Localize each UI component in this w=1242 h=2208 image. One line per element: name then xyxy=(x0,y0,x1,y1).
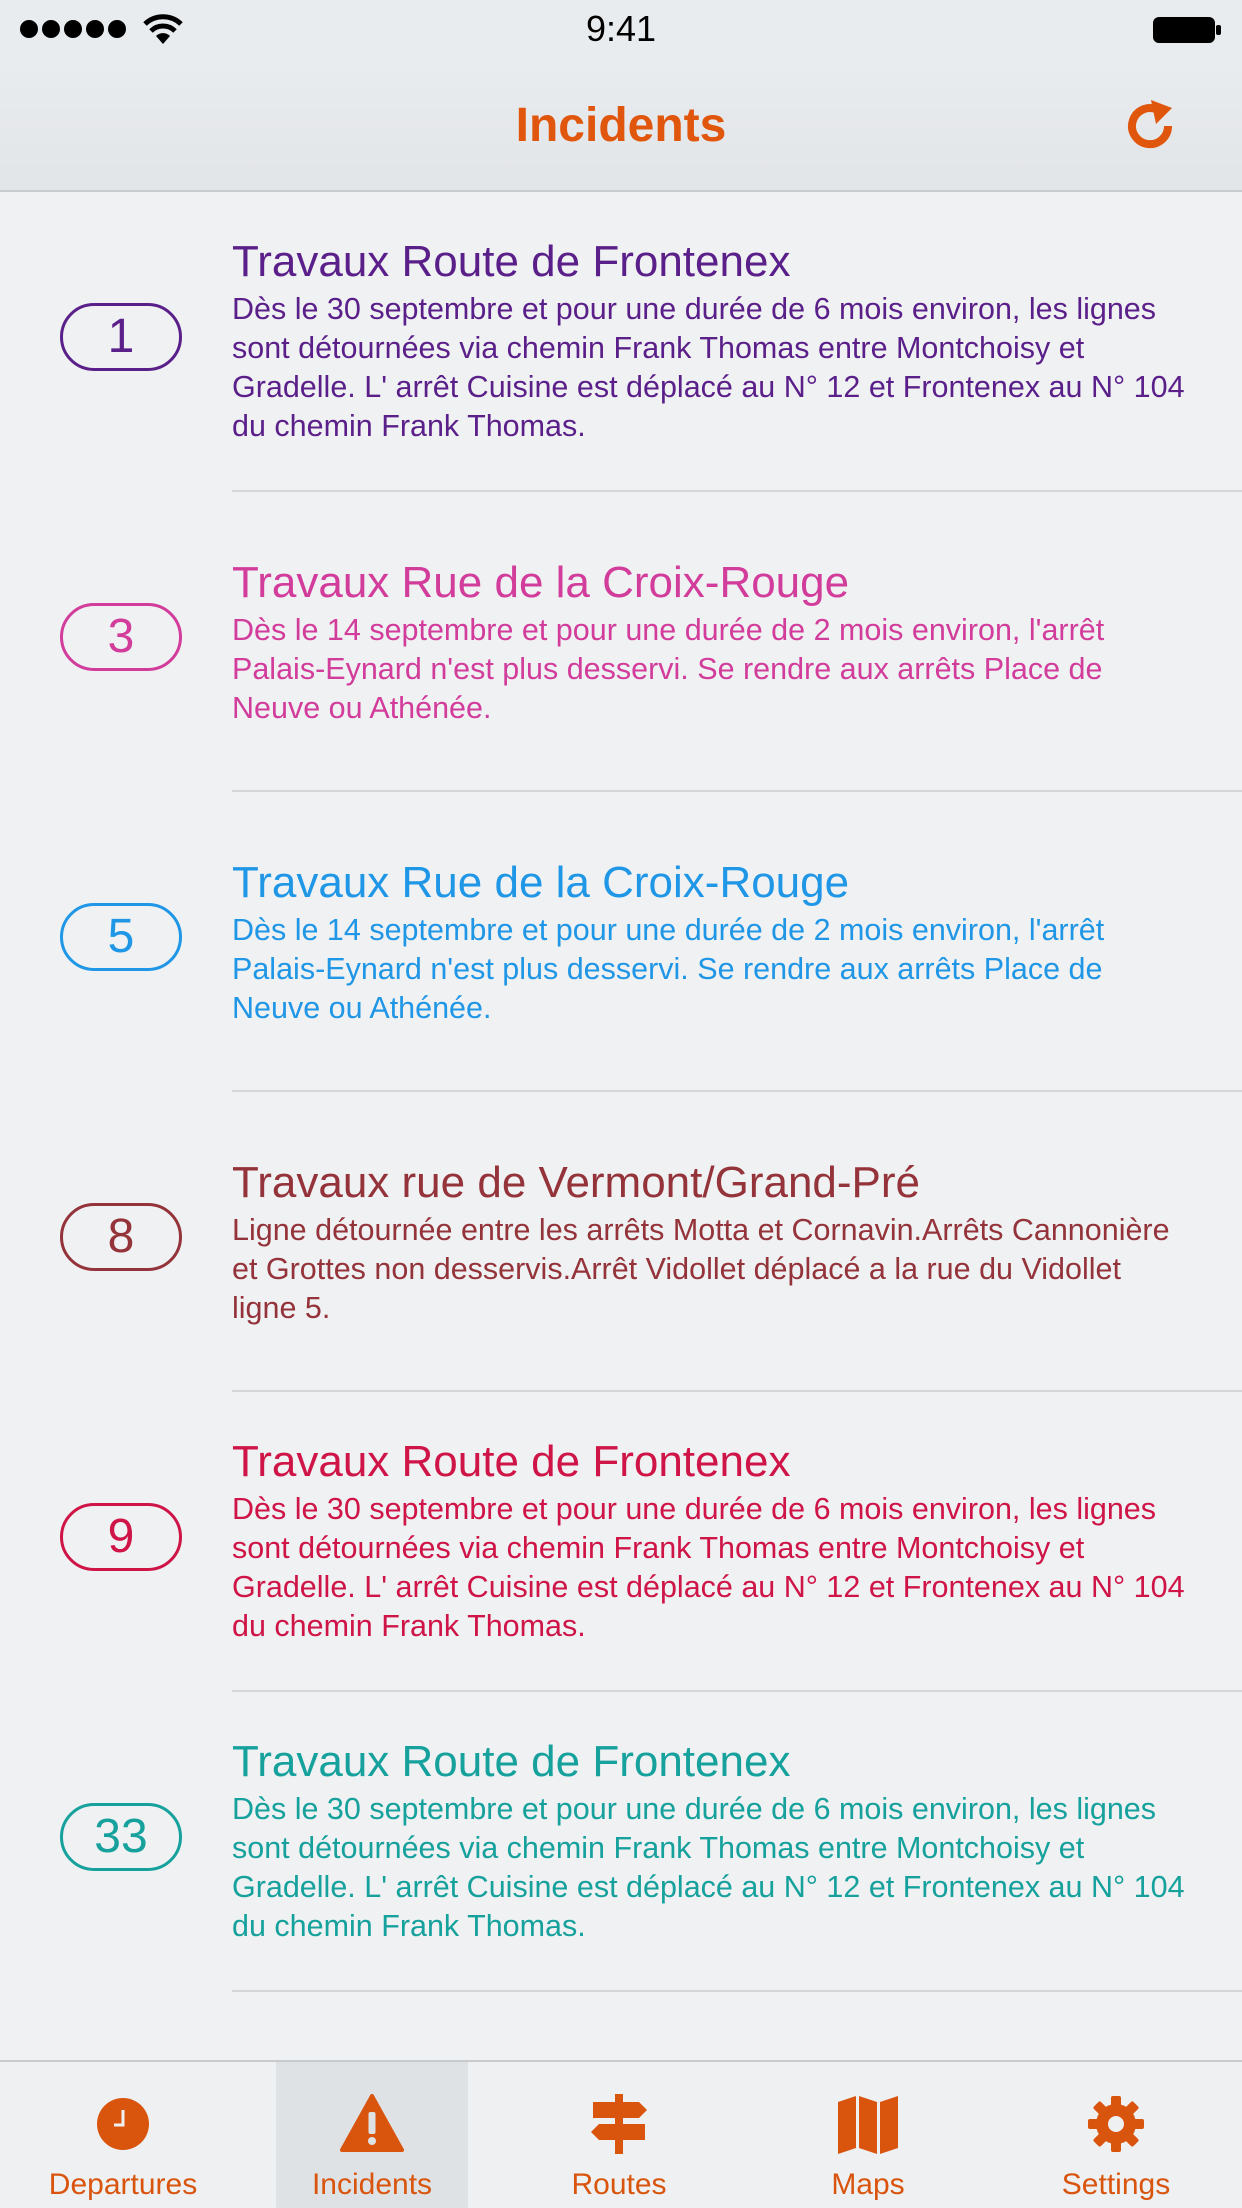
line-badge: 8 xyxy=(60,1203,182,1271)
page-title: Incidents xyxy=(515,99,727,152)
incident-row[interactable]: 33 Travaux Route de Frontenex Dès le 30 … xyxy=(0,1692,1242,1992)
refresh-icon[interactable] xyxy=(1118,94,1182,158)
incident-description: Dès le 30 septembre et pour une durée de… xyxy=(232,1492,1185,1643)
incident-description: Dès le 30 septembre et pour une durée de… xyxy=(232,1792,1185,1943)
tab-bar: Departures Incidents Routes Maps Setting… xyxy=(0,2060,1242,2208)
warning-icon xyxy=(340,2094,404,2152)
incident-list: 1 Travaux Route de Frontenex Dès le 30 s… xyxy=(0,192,1242,2060)
line-badge: 5 xyxy=(60,903,182,971)
tab-incidents[interactable]: Incidents xyxy=(276,2062,468,2208)
status-bar: 9:41 xyxy=(0,0,1242,60)
tab-label: Routes xyxy=(571,2168,667,2201)
signpost-icon xyxy=(591,2094,647,2154)
incident-title: Travaux rue de Vermont/Grand-Pré xyxy=(232,1158,921,1207)
tab-departures[interactable]: Departures xyxy=(27,2062,219,2208)
tab-label: Maps xyxy=(831,2168,905,2201)
status-time: 9:41 xyxy=(585,8,657,49)
incidents-screen: 9:41 Incidents 1 Travaux Route de Fronte… xyxy=(0,0,1242,2208)
battery-icon xyxy=(1153,17,1221,43)
map-icon xyxy=(838,2096,898,2154)
incident-row[interactable]: 3 Travaux Rue de la Croix-Rouge Dès le 1… xyxy=(0,492,1242,792)
line-badge: 9 xyxy=(60,1503,182,1571)
incident-row[interactable]: 8 Travaux rue de Vermont/Grand-Pré Ligne… xyxy=(0,1092,1242,1392)
line-badge: 3 xyxy=(60,603,182,671)
incident-row[interactable]: 5 Travaux Rue de la Croix-Rouge Dès le 1… xyxy=(0,792,1242,1092)
incident-description: Ligne détournée entre les arrêts Motta e… xyxy=(232,1213,1170,1325)
tab-settings[interactable]: Settings xyxy=(1020,2062,1212,2208)
incident-title: Travaux Rue de la Croix-Rouge xyxy=(232,558,850,607)
tab-routes[interactable]: Routes xyxy=(523,2062,715,2208)
incident-description: Dès le 14 septembre et pour une durée de… xyxy=(232,913,1105,1025)
incident-title: Travaux Route de Frontenex xyxy=(232,237,791,286)
tab-label: Incidents xyxy=(311,2168,433,2201)
gear-icon xyxy=(1088,2096,1144,2152)
line-badge: 33 xyxy=(60,1803,182,1871)
incident-title: Travaux Rue de la Croix-Rouge xyxy=(232,858,850,907)
incident-description: Dès le 30 septembre et pour une durée de… xyxy=(232,292,1185,443)
tab-label: Settings xyxy=(1061,2168,1171,2201)
row-divider xyxy=(232,1990,1242,1992)
line-badge: 1 xyxy=(60,303,182,371)
incident-description: Dès le 14 septembre et pour une durée de… xyxy=(232,613,1105,725)
incident-title: Travaux Route de Frontenex xyxy=(232,1737,791,1786)
incident-title: Travaux Route de Frontenex xyxy=(232,1437,791,1486)
navigation-bar: Incidents xyxy=(0,60,1242,192)
incident-row[interactable]: 1 Travaux Route de Frontenex Dès le 30 s… xyxy=(0,192,1242,492)
tab-maps[interactable]: Maps xyxy=(772,2062,964,2208)
clock-icon xyxy=(97,2098,149,2150)
tab-label: Departures xyxy=(48,2168,198,2201)
incident-row[interactable]: 9 Travaux Route de Frontenex Dès le 30 s… xyxy=(0,1392,1242,1692)
